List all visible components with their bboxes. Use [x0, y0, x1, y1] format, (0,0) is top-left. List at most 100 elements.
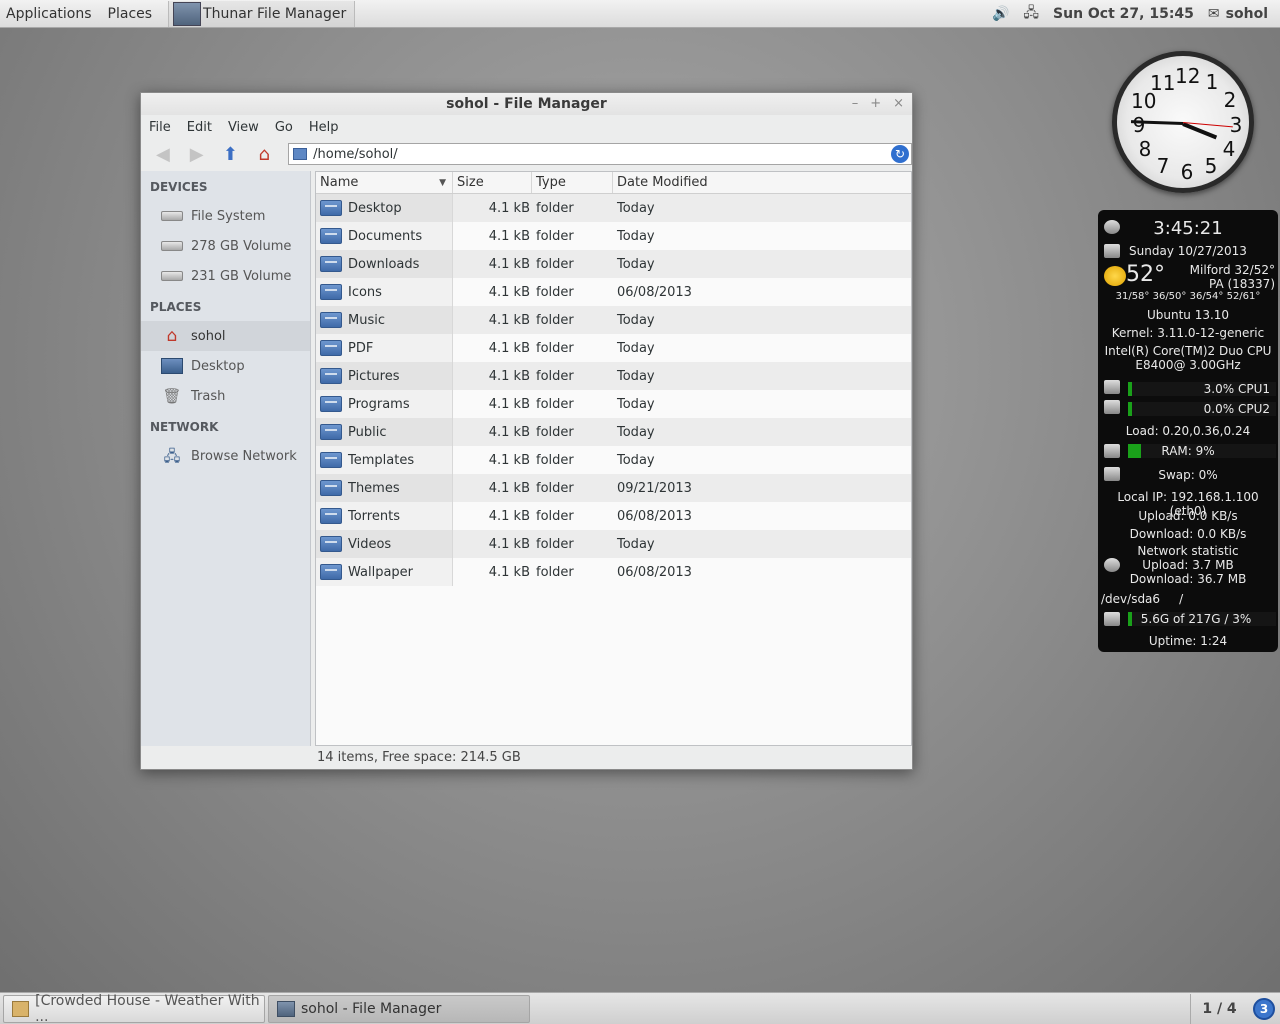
menu-help[interactable]: Help — [309, 120, 339, 135]
devices-heading: DEVICES — [150, 180, 208, 194]
table-row[interactable]: PDF 4.1 kB folder Today — [316, 334, 911, 362]
workspace-switcher[interactable]: 1 / 4 — [1190, 993, 1248, 1024]
menu-edit[interactable]: Edit — [187, 120, 212, 135]
top-panel-status: 🔊 🖧 Sun Oct 27, 15:45 ✉ sohol — [992, 2, 1280, 26]
table-row[interactable]: Downloads 4.1 kB folder Today — [316, 250, 911, 278]
table-row[interactable]: Icons 4.1 kB folder 06/08/2013 — [316, 278, 911, 306]
bottom-panel: [Crowded House - Weather With ... sohol … — [0, 992, 1280, 1024]
file-name: Wallpaper — [348, 564, 414, 580]
cell-date: 09/21/2013 — [617, 480, 692, 496]
folder-icon — [320, 480, 342, 496]
sidebar-item-label: Trash — [191, 388, 226, 404]
notification-badge[interactable]: 3 — [1253, 997, 1275, 1020]
sidebar-item-label: Browse Network — [191, 448, 297, 464]
forward-button[interactable]: ▶ — [181, 141, 213, 167]
column-date-modified[interactable]: Date Modified — [613, 172, 911, 193]
sidebar-item-label: 231 GB Volume — [191, 268, 292, 284]
cell-size: 4.1 kB — [488, 228, 530, 244]
taskbar-item-file-manager[interactable]: sohol - File Manager — [268, 994, 530, 1023]
drive-icon — [161, 271, 183, 281]
folder-icon — [320, 312, 342, 328]
clock-number: 6 — [1180, 160, 1194, 184]
folder-icon — [320, 452, 342, 468]
cell-size: 4.1 kB — [488, 480, 530, 496]
cell-size: 4.1 kB — [488, 452, 530, 468]
network-icon[interactable]: 🖧 — [1023, 2, 1039, 26]
table-row[interactable]: Desktop 4.1 kB folder Today — [316, 194, 911, 222]
cell-date: Today — [617, 536, 655, 552]
table-row[interactable]: Torrents 4.1 kB folder 06/08/2013 — [316, 502, 911, 530]
temperature: 52° — [1126, 262, 1165, 287]
folder-icon — [293, 148, 308, 160]
reload-icon[interactable]: ↻ — [890, 145, 909, 163]
top-taskbar-item[interactable]: Thunar File Manager — [168, 0, 356, 27]
menu-view[interactable]: View — [228, 120, 259, 135]
cell-type: folder — [536, 536, 574, 552]
table-row[interactable]: Videos 4.1 kB folder Today — [316, 530, 911, 558]
cell-name: Downloads — [316, 250, 453, 278]
network-icon: 🖧 — [163, 447, 181, 465]
table-row[interactable]: Wallpaper 4.1 kB folder 06/08/2013 — [316, 558, 911, 586]
file-rows: Desktop 4.1 kB folder Today Documents 4.1 kB f… — [316, 194, 911, 586]
up-button[interactable]: ⬆ — [215, 141, 247, 167]
sidebar-item-278gb-volume[interactable]: 278 GB Volume — [141, 231, 310, 261]
datetime[interactable]: Sun Oct 27, 15:45 — [1053, 6, 1194, 22]
disk-usage: 5.6G of 217G / 3% — [1140, 612, 1252, 626]
volume-icon[interactable]: 🔊 — [992, 6, 1009, 22]
sidebar-item-sohol[interactable]: ⌂ sohol — [141, 321, 310, 351]
sidebar-item-trash[interactable]: 🗑 Trash — [141, 381, 310, 411]
sidebar-item-231gb-volume[interactable]: 231 GB Volume — [141, 261, 310, 291]
back-button[interactable]: ◀ — [147, 141, 179, 167]
places-menu[interactable]: Places — [102, 6, 159, 22]
content-area: DEVICES File System 278 GB Volume 231 GB… — [141, 171, 912, 769]
home-button[interactable]: ⌂ — [248, 141, 280, 167]
network-statistic-title: Network statistic — [1137, 544, 1239, 558]
cell-name: Documents — [316, 222, 453, 250]
cell-date: Today — [617, 228, 655, 244]
sidebar-item-browse-network[interactable]: 🖧 Browse Network — [141, 441, 310, 471]
network-upload-total: Upload: 3.7 MB — [1142, 558, 1234, 572]
menu-file[interactable]: File — [149, 120, 171, 135]
cell-size: 4.1 kB — [488, 284, 530, 300]
file-manager-window: sohol - File Manager – + × File Edit Vie… — [140, 92, 913, 770]
user-menu[interactable]: ✉ sohol — [1208, 6, 1268, 22]
location-bar[interactable]: /home/sohol/ ↻ — [288, 143, 912, 165]
table-row[interactable]: Public 4.1 kB folder Today — [316, 418, 911, 446]
applications-menu[interactable]: Applications — [0, 6, 98, 22]
table-row[interactable]: Music 4.1 kB folder Today — [316, 306, 911, 334]
cell-date: Today — [617, 396, 655, 412]
maximize-button[interactable]: + — [870, 93, 881, 115]
monitor-time: 3:45:21 — [1153, 218, 1223, 239]
sidebar-item-file-system[interactable]: File System — [141, 201, 310, 231]
file-name: PDF — [348, 340, 374, 356]
file-name: Themes — [348, 480, 400, 496]
cell-date: 06/08/2013 — [617, 508, 692, 524]
sidebar-item-desktop[interactable]: Desktop — [141, 351, 310, 381]
folder-icon — [320, 368, 342, 384]
drive-icon — [161, 241, 183, 251]
titlebar[interactable]: sohol - File Manager – + × — [141, 93, 912, 115]
weather-icon — [1104, 266, 1126, 286]
taskbar-item-music[interactable]: [Crowded House - Weather With ... — [3, 993, 265, 1024]
column-type[interactable]: Type — [532, 172, 613, 193]
forecast: 31/58° 36/50° 36/54° 52/61° — [1115, 291, 1261, 302]
location-line-1: Milford 32/52° — [1189, 263, 1275, 277]
table-row[interactable]: Documents 4.1 kB folder Today — [316, 222, 911, 250]
window-title: sohol - File Manager — [446, 96, 607, 112]
table-row[interactable]: Templates 4.1 kB folder Today — [316, 446, 911, 474]
cell-date: 06/08/2013 — [617, 284, 692, 300]
cpu2-fill — [1128, 402, 1133, 416]
close-button[interactable]: × — [893, 93, 904, 115]
table-row[interactable]: Themes 4.1 kB folder 09/21/2013 — [316, 474, 911, 502]
cell-size: 4.1 kB — [488, 508, 530, 524]
table-row[interactable]: Programs 4.1 kB folder Today — [316, 390, 911, 418]
table-row[interactable]: Pictures 4.1 kB folder Today — [316, 362, 911, 390]
home-icon: ⌂ — [166, 326, 178, 346]
file-name: Music — [348, 312, 385, 328]
top-panel: Applications Places Thunar File Manager … — [0, 0, 1280, 28]
column-size[interactable]: Size — [453, 172, 532, 193]
minimize-button[interactable]: – — [852, 93, 859, 115]
menu-go[interactable]: Go — [275, 120, 293, 135]
trash-icon: 🗑 — [162, 387, 182, 405]
column-name[interactable]: Name ▼ — [316, 172, 453, 193]
